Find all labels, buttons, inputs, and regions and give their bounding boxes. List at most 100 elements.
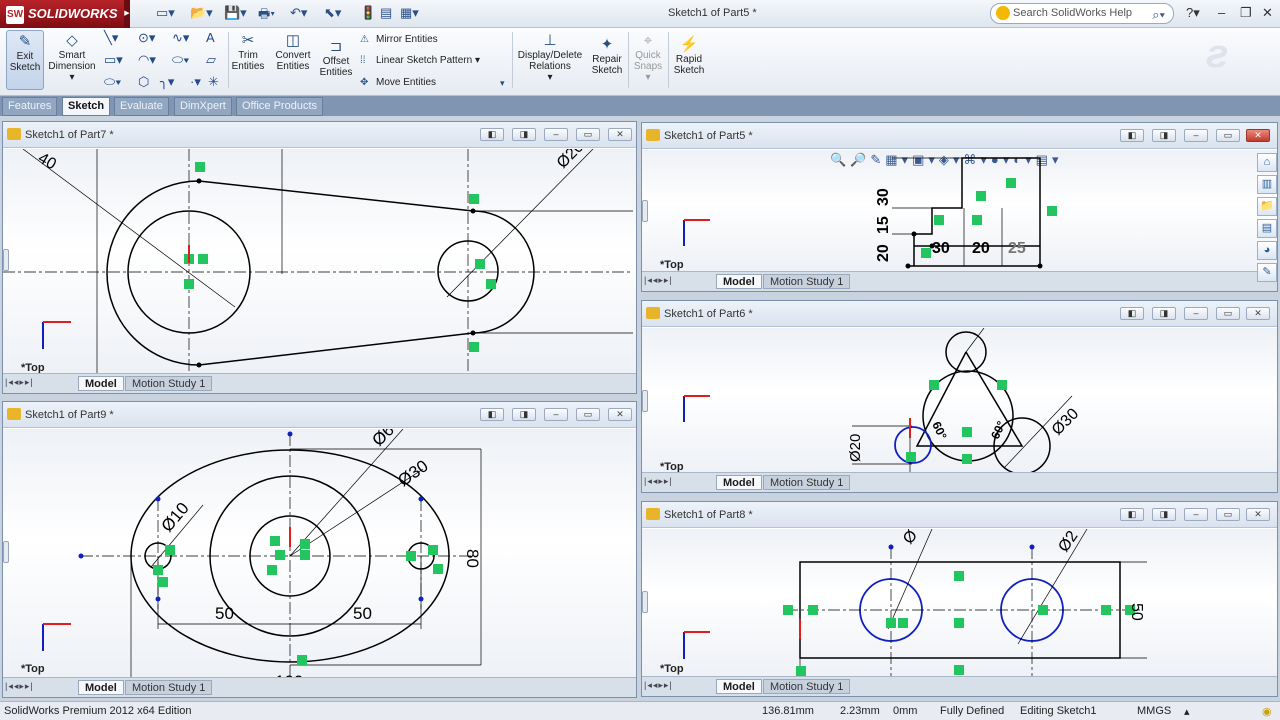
panel-expand-handle[interactable] — [642, 390, 648, 412]
tile-left-button[interactable]: ◧ — [1120, 508, 1144, 521]
save-icon[interactable]: 💾▾ — [224, 5, 247, 23]
offset-entities-button[interactable]: ⊐ Offset Entities — [318, 38, 354, 90]
text-icon[interactable]: A — [206, 30, 215, 45]
search-input[interactable]: Search SolidWorks Help ⌕▾ — [990, 3, 1174, 24]
graphics-area[interactable]: 🔍🔎✎▦▾▣▾◈▾⌘▾●▾◐▾▤▾ 30 15 20 30 20 25 *Top — [642, 150, 1277, 271]
tile-right-button[interactable]: ◨ — [1152, 307, 1176, 320]
tab-evaluate[interactable]: Evaluate — [114, 97, 169, 116]
smart-dimension-button[interactable]: ◇ Smart Dimension ▾ — [48, 32, 96, 90]
panel-expand-handle[interactable] — [3, 249, 9, 271]
tab-model[interactable]: Model — [716, 475, 762, 490]
open-folder-icon[interactable]: 📂▾ — [190, 5, 213, 23]
appearances-icon[interactable]: ◕ — [1257, 241, 1277, 260]
repair-sketch-button[interactable]: ✦ Repair Sketch — [588, 36, 626, 90]
pane-close-button[interactable]: ✕ — [1246, 307, 1270, 320]
file-properties-icon[interactable]: ▤ — [380, 5, 392, 23]
rebuild-status-icon[interactable]: ◉ — [1262, 705, 1272, 718]
circle-icon[interactable]: ⊙▾ — [138, 30, 155, 46]
tab-dimxpert[interactable]: DimXpert — [174, 97, 232, 116]
tab-model[interactable]: Model — [716, 274, 762, 289]
menu-arrow-icon[interactable]: ▶ — [124, 0, 130, 28]
viewport-part7[interactable]: Sketch1 of Part7 * ◧ ◨ ‒ ▭ ✕ 40 Ø20 *Top… — [2, 121, 637, 394]
polygon-icon[interactable]: ⬡ — [138, 74, 149, 90]
pane-restore-button[interactable]: ▭ — [1216, 307, 1240, 320]
ellipse-icon[interactable]: ⬭▾ — [172, 52, 189, 68]
new-document-icon[interactable]: ▭▾ — [156, 5, 175, 23]
plane-icon[interactable]: ▱ — [206, 52, 216, 68]
viewport-part6[interactable]: Sketch1 of Part6 * ◧ ◨ ‒ ▭ ✕ Ø20 Ø30 60°… — [641, 300, 1278, 493]
tab-sketch[interactable]: Sketch — [62, 97, 111, 116]
trim-entities-button[interactable]: ✂ Trim Entities — [230, 32, 266, 90]
panel-expand-handle[interactable] — [642, 591, 648, 613]
select-pointer-icon[interactable]: ⬉▾ — [324, 5, 341, 23]
tab-motion-study[interactable]: Motion Study 1 — [763, 679, 851, 694]
line-icon[interactable]: ╲▾ — [104, 30, 118, 46]
fillet-icon[interactable]: ╮▾ — [160, 74, 174, 90]
custom-properties-icon[interactable]: ✎ — [1257, 263, 1277, 282]
arc-icon[interactable]: ◠▾ — [138, 52, 156, 68]
move-entities-button[interactable]: ✥ Move Entities — [360, 77, 436, 88]
tile-right-button[interactable]: ◨ — [1152, 508, 1176, 521]
tile-left-button[interactable]: ◧ — [480, 408, 504, 421]
pane-close-button[interactable]: ✕ — [1246, 508, 1270, 521]
tab-motion-study[interactable]: Motion Study 1 — [125, 680, 213, 695]
tab-features[interactable]: Features — [2, 97, 58, 116]
tab-scroll-arrows[interactable]: |◂◂▸▸| — [644, 476, 673, 487]
tab-model[interactable]: Model — [716, 679, 762, 694]
tile-left-button[interactable]: ◧ — [1120, 307, 1144, 320]
viewport-part8[interactable]: Sketch1 of Part8 * ◧ ◨ ‒ ▭ ✕ Ø Ø2 50 *To… — [641, 501, 1278, 697]
graphics-area[interactable]: Ø20 Ø30 60° 60° *Top — [642, 328, 1277, 474]
solidworks-logo[interactable]: SW SOLIDWORKS — [0, 0, 124, 28]
pane-restore-button[interactable]: ▭ — [576, 408, 600, 421]
tile-left-button[interactable]: ◧ — [1120, 129, 1144, 142]
help-icon[interactable]: ?▾ — [1186, 5, 1200, 21]
graphics-area[interactable]: 40 Ø20 *Top — [3, 149, 636, 375]
display-delete-relations-button[interactable]: ⊥ Display/Delete Relations ▾ — [516, 32, 584, 90]
pane-close-button[interactable]: ✕ — [1246, 129, 1270, 142]
tab-model[interactable]: Model — [78, 680, 124, 695]
tab-scroll-arrows[interactable]: |◂◂▸▸| — [644, 680, 673, 691]
tab-motion-study[interactable]: Motion Study 1 — [125, 376, 213, 391]
undo-icon[interactable]: ↶▾ — [290, 5, 307, 23]
viewport-part9[interactable]: Sketch1 of Part9 * ◧ ◨ ‒ ▭ ✕ Ø6 Ø30 Ø10 … — [2, 401, 637, 698]
convert-entities-button[interactable]: ◫ Convert Entities — [272, 32, 314, 90]
tab-model[interactable]: Model — [78, 376, 124, 391]
options-icon[interactable]: ▦▾ — [400, 5, 419, 23]
pane-minimize-button[interactable]: ‒ — [544, 128, 568, 141]
pane-close-button[interactable]: ✕ — [608, 408, 632, 421]
construction-icon[interactable]: ✳ — [208, 74, 219, 90]
tile-right-button[interactable]: ◨ — [1152, 129, 1176, 142]
rectangle-icon[interactable]: ▭▾ — [104, 52, 123, 68]
tile-right-button[interactable]: ◨ — [512, 408, 536, 421]
panel-expand-handle[interactable] — [642, 200, 648, 222]
magnifier-icon[interactable]: ⌕▾ — [1152, 5, 1165, 24]
exit-sketch-button[interactable]: ✎ Exit Sketch — [6, 30, 44, 90]
rapid-sketch-button[interactable]: ⚡ Rapid Sketch — [670, 36, 708, 90]
panel-expand-handle[interactable] — [3, 541, 9, 563]
tab-motion-study[interactable]: Motion Study 1 — [763, 274, 851, 289]
pane-restore-button[interactable]: ▭ — [576, 128, 600, 141]
minimize-button[interactable]: ‒ — [1218, 5, 1225, 20]
file-explorer-icon[interactable]: ▤ — [1257, 219, 1277, 238]
print-icon[interactable]: 🖶▾ — [258, 5, 275, 23]
rebuild-icon[interactable]: 🚦 — [360, 5, 376, 23]
viewport-part5[interactable]: Sketch1 of Part5 * ◧ ◨ ‒ ▭ ✕ 🔍🔎✎▦▾▣▾◈▾⌘▾… — [641, 122, 1278, 292]
home-icon[interactable]: ⌂ — [1257, 153, 1277, 172]
mirror-entities-button[interactable]: ⚠ Mirror Entities — [360, 34, 438, 45]
pane-restore-button[interactable]: ▭ — [1216, 508, 1240, 521]
quick-snaps-button[interactable]: ⌖ Quick Snaps ▾ — [630, 32, 666, 90]
tab-scroll-arrows[interactable]: |◂◂▸▸| — [5, 377, 34, 388]
more-dropdown-icon[interactable]: ▾ — [500, 78, 505, 89]
tab-motion-study[interactable]: Motion Study 1 — [763, 475, 851, 490]
close-button[interactable]: ✕ — [1262, 5, 1273, 21]
resources-icon[interactable]: ▥ — [1257, 175, 1277, 194]
point-icon[interactable]: ·▾ — [190, 74, 201, 90]
slot-icon[interactable]: ⬭▾ — [104, 74, 121, 90]
tile-right-button[interactable]: ◨ — [512, 128, 536, 141]
units-dropdown-icon[interactable]: ▴ — [1184, 705, 1190, 718]
tab-office-products[interactable]: Office Products — [236, 97, 323, 116]
tile-left-button[interactable]: ◧ — [480, 128, 504, 141]
graphics-area[interactable]: Ø6 Ø30 Ø10 50 50 80 100 *Top — [3, 429, 636, 679]
tab-scroll-arrows[interactable]: |◂◂▸▸| — [5, 681, 34, 692]
pane-minimize-button[interactable]: ‒ — [1184, 508, 1208, 521]
